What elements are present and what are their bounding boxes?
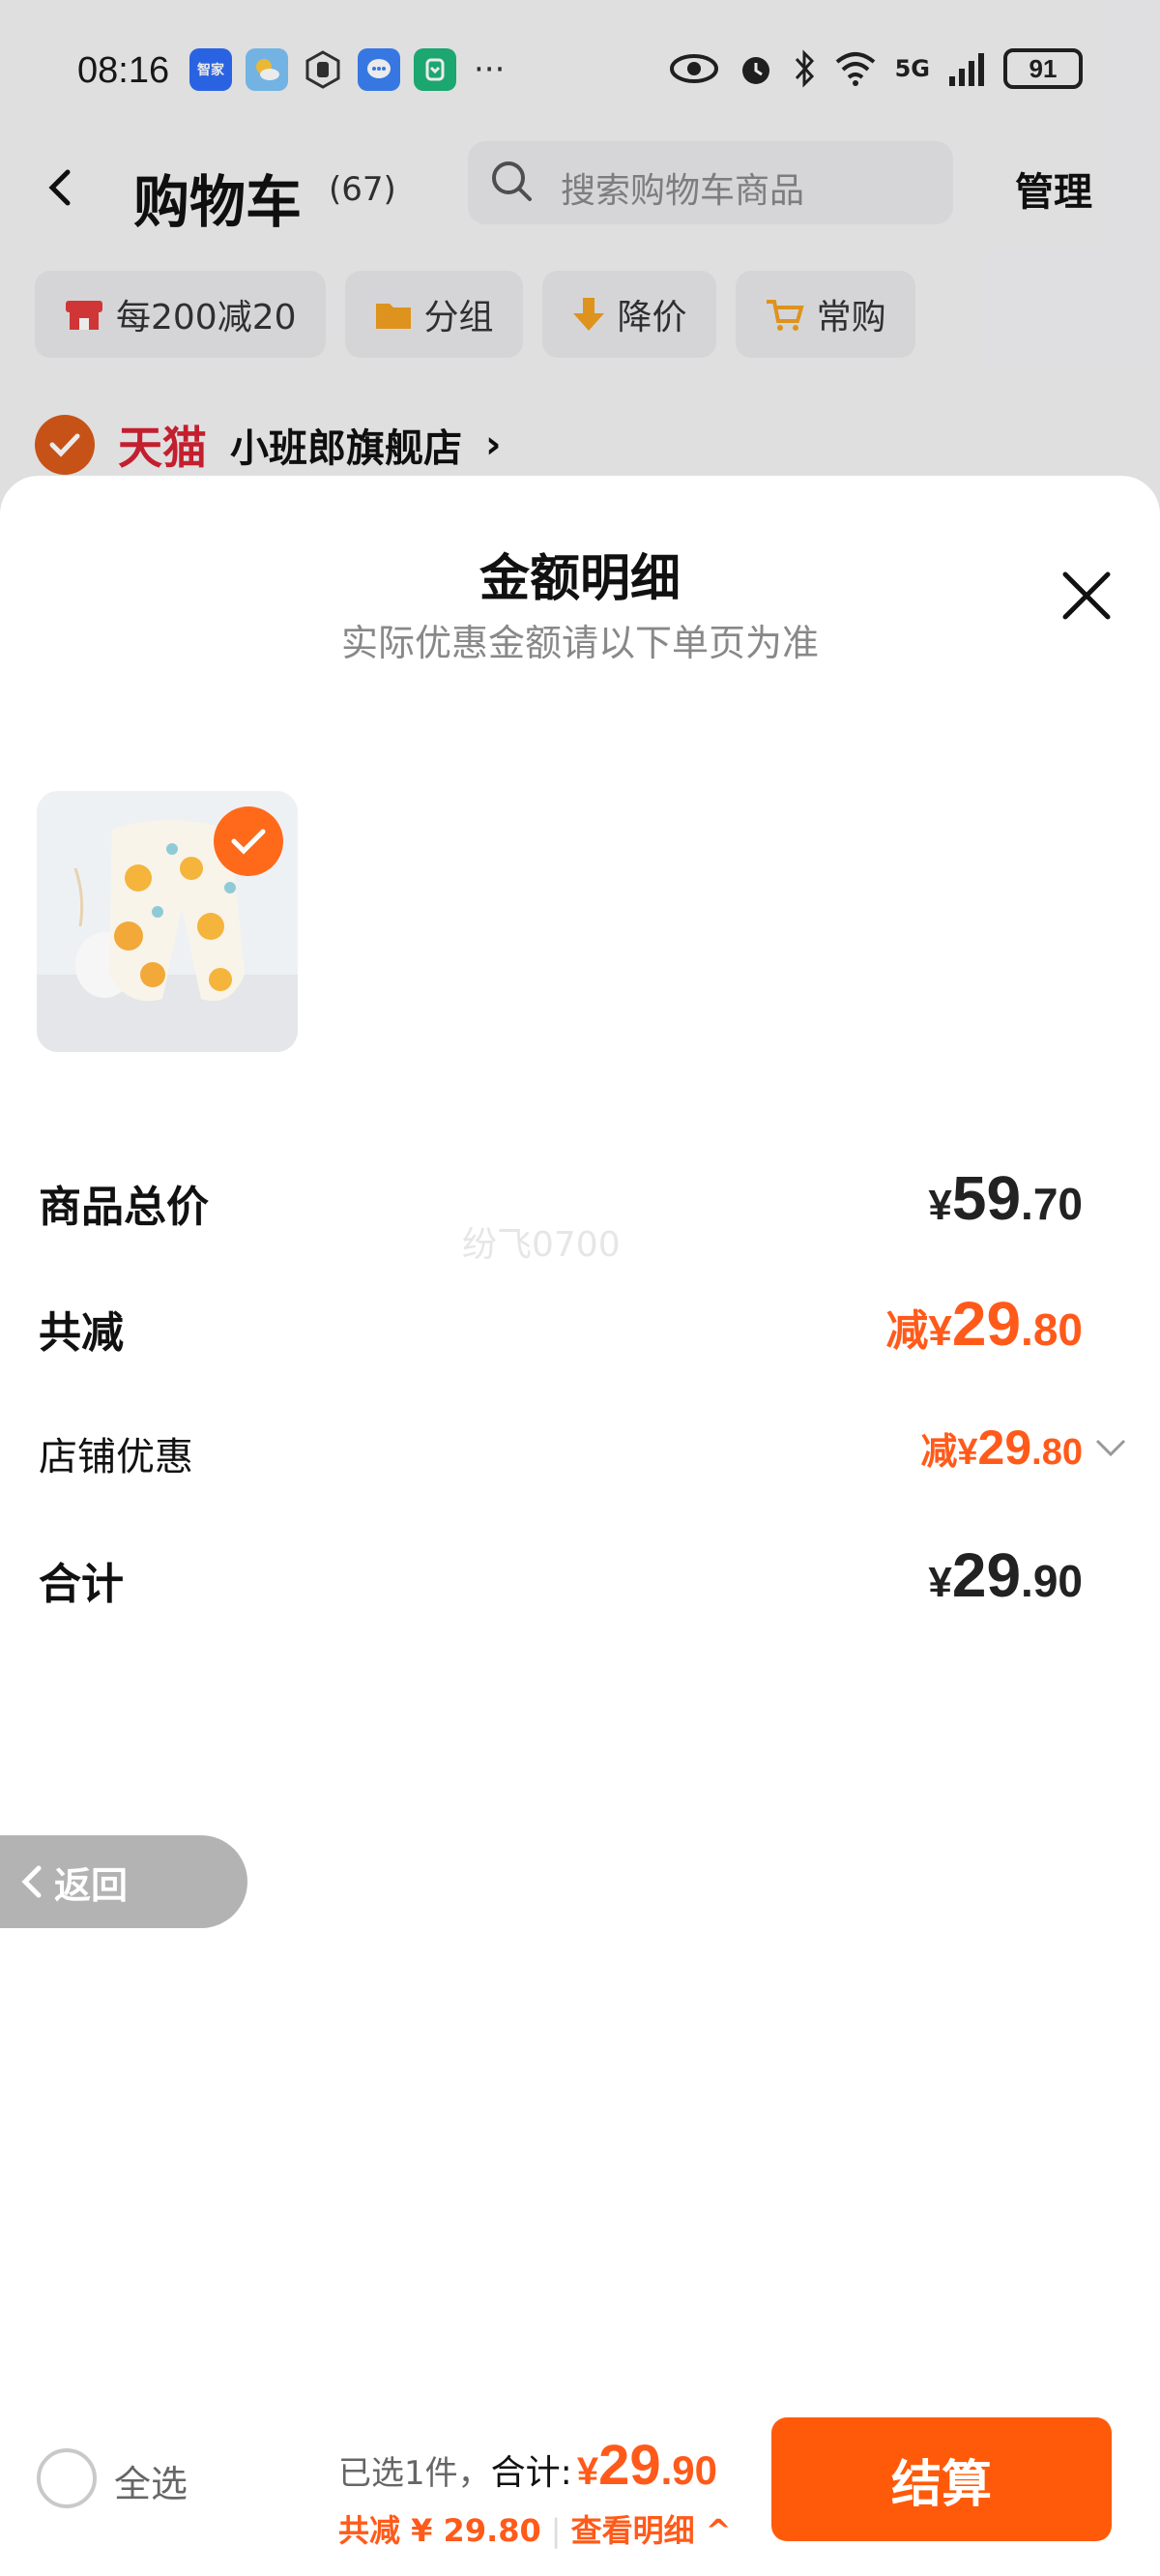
sum-label: 合计 [39, 1560, 124, 1609]
close-icon[interactable] [1059, 569, 1114, 623]
checkout-button[interactable]: 结算 [771, 2417, 1112, 2541]
total-reduce-label: 共减 [39, 1308, 124, 1358]
product-checkbox[interactable] [214, 806, 283, 876]
select-all-label[interactable]: 全选 [114, 2454, 188, 2507]
amount-detail-sheet: 金额明细 实际优惠金额请以下单页为准 商品总价 ¥59.70 共减 减¥29.8… [0, 476, 1160, 2576]
chevron-left-icon [21, 1865, 42, 1898]
return-button[interactable]: 返回 [0, 1835, 247, 1928]
sum-row: 合计 ¥29.90 [39, 1539, 1083, 1617]
selected-summary: 已选1件，合计: ¥29.90 [338, 2433, 717, 2498]
goods-total-value: ¥59.70 [928, 1163, 1083, 1233]
select-all-checkbox[interactable] [37, 2448, 97, 2508]
store-discount-row[interactable]: 店铺优惠 减¥29.80 [39, 1416, 1126, 1493]
total-price: ¥29.90 [576, 2434, 718, 2497]
total-reduce-value: 减¥29.80 [885, 1289, 1083, 1359]
view-detail-link[interactable]: 查看明细 ^ [571, 2512, 732, 2549]
selected-count: 已选1件， [338, 2454, 491, 2493]
check-icon [231, 829, 266, 855]
sheet-subtitle: 实际优惠金额请以下单页为准 [340, 622, 819, 664]
product-thumbnail[interactable] [37, 791, 298, 1052]
sum-value: ¥29.90 [928, 1540, 1083, 1610]
watermark: 纷飞0700 [462, 1225, 621, 1265]
reduce-amount: 共减 ¥ 29.80 [338, 2512, 541, 2549]
reduce-summary: 共减 ¥ 29.80 | 查看明细 ^ [338, 2512, 732, 2549]
store-discount-value: 减¥29.80 [920, 1420, 1083, 1475]
dim-overlay [0, 0, 1160, 542]
goods-total-label: 商品总价 [39, 1183, 209, 1232]
total-reduce-row: 共减 减¥29.80 [39, 1288, 1083, 1365]
return-label: 返回 [54, 1863, 129, 1907]
chevron-down-icon[interactable] [1094, 1437, 1127, 1460]
store-discount-label: 店铺优惠 [39, 1435, 193, 1479]
total-label: 合计: [490, 2453, 572, 2493]
checkout-bar: 全选 已选1件，合计: ¥29.90 共减 ¥ 29.80 | 查看明细 ^ 结算 [0, 2398, 1160, 2576]
sheet-title: 金额明细 [478, 549, 681, 608]
